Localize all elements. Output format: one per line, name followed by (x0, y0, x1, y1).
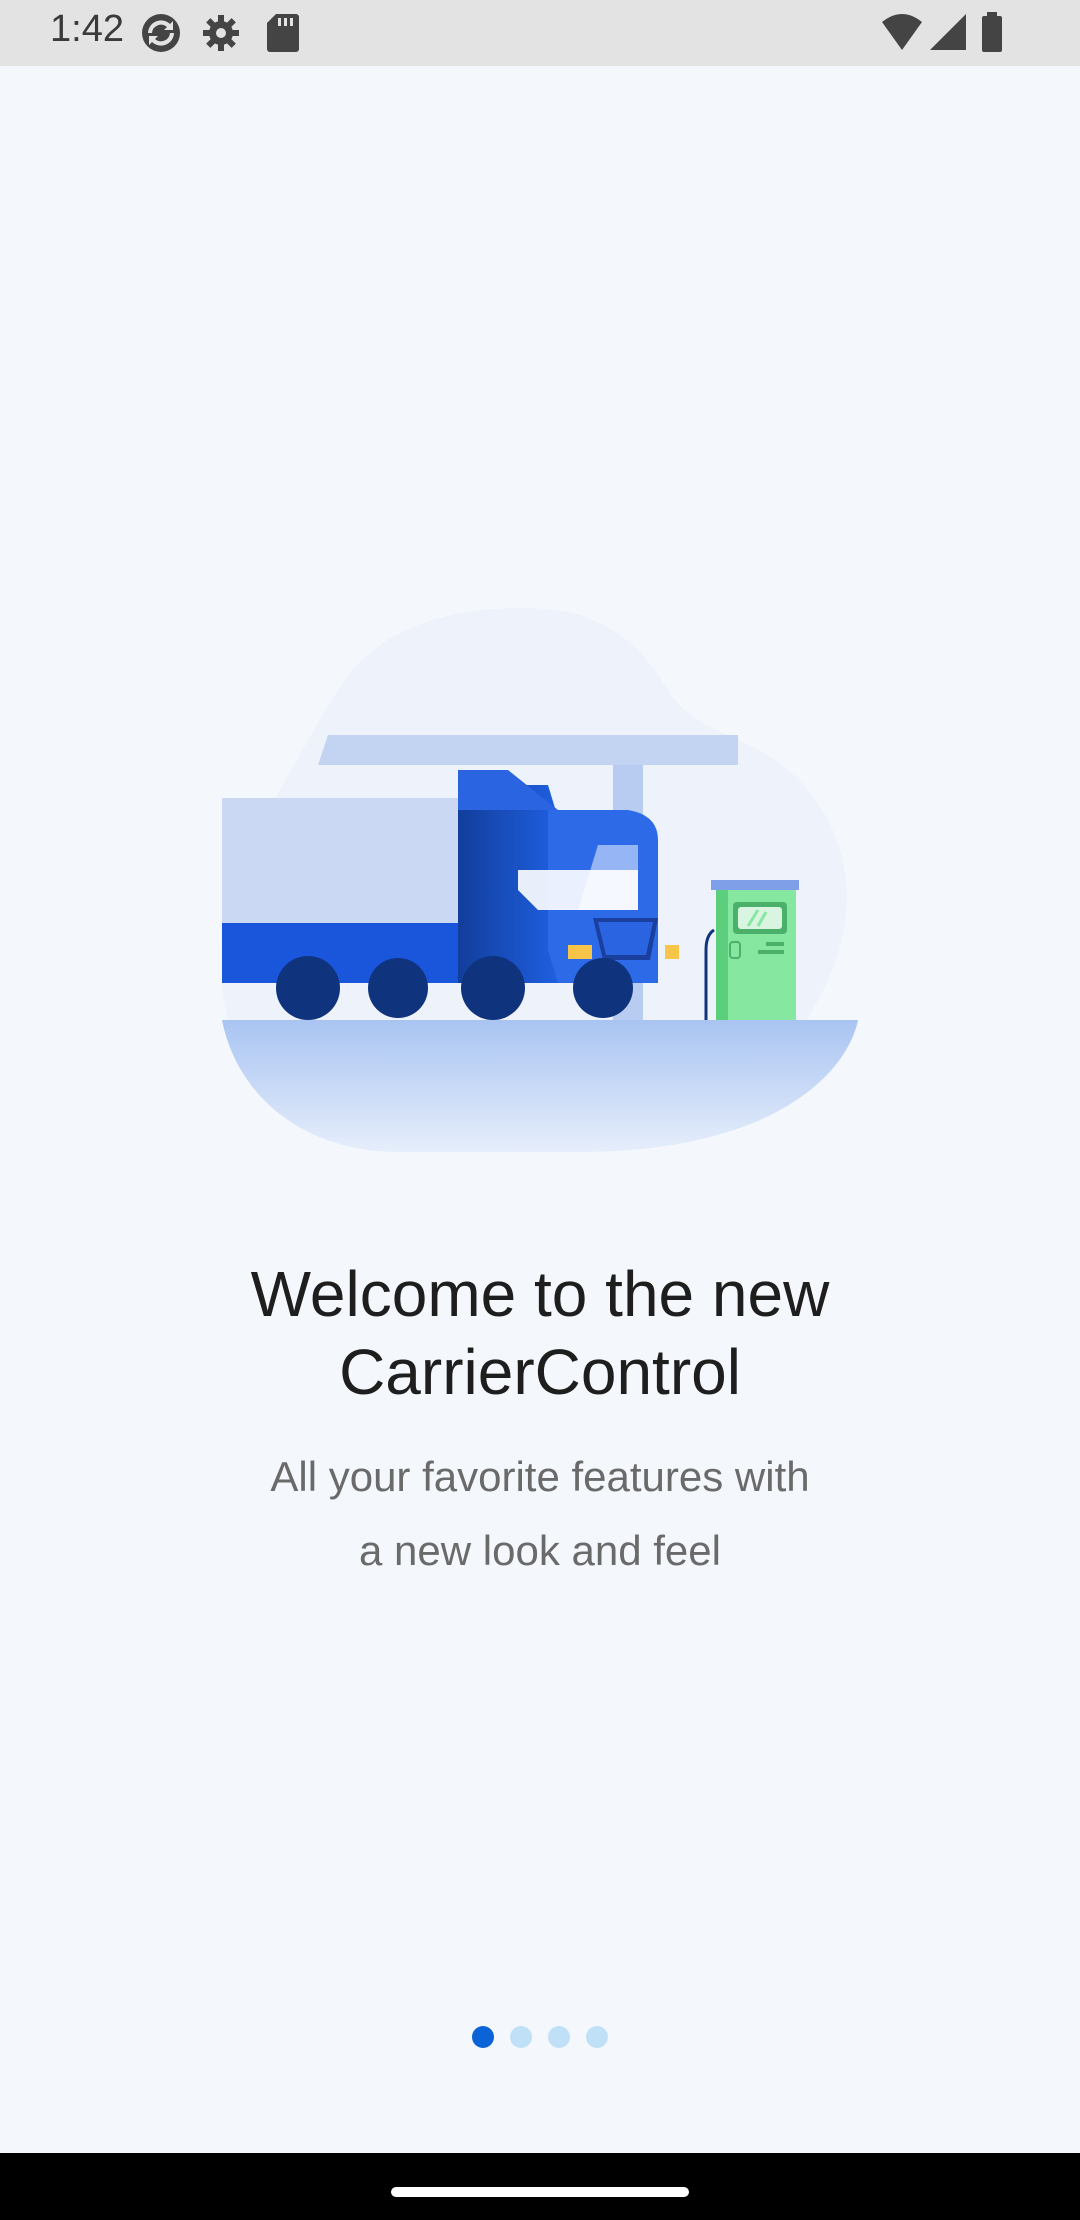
sync-icon (140, 12, 182, 59)
navigation-bar (0, 2153, 1080, 2220)
truck-at-charging-station-illustration (218, 600, 862, 1160)
sd-card-icon (266, 12, 300, 59)
welcome-subtitle-line-1: All your favorite features with (270, 1453, 810, 1500)
page-dot-4[interactable] (586, 2026, 608, 2048)
status-bar: 1:42 (0, 0, 1080, 66)
welcome-title-line-1: Welcome to the new (250, 1258, 830, 1330)
welcome-title-line-2: CarrierControl (339, 1336, 741, 1408)
welcome-title: Welcome to the new CarrierControl (0, 1255, 1080, 1411)
welcome-subtitle-line-2: a new look and feel (359, 1527, 721, 1574)
settings-gear-icon (200, 12, 242, 59)
page-dot-1[interactable] (472, 2026, 494, 2048)
status-time: 1:42 (50, 8, 124, 50)
cell-signal-icon (928, 12, 968, 59)
page-dot-2[interactable] (510, 2026, 532, 2048)
battery-icon (980, 12, 1004, 59)
welcome-subtitle: All your favorite features with a new lo… (0, 1440, 1080, 1588)
page-indicator[interactable] (0, 2026, 1080, 2048)
wifi-icon (880, 12, 924, 59)
onboarding-screen: 1:42 Welcome to the new CarrierControl A… (0, 0, 1080, 2220)
home-gesture-handle[interactable] (391, 2187, 689, 2197)
page-dot-3[interactable] (548, 2026, 570, 2048)
